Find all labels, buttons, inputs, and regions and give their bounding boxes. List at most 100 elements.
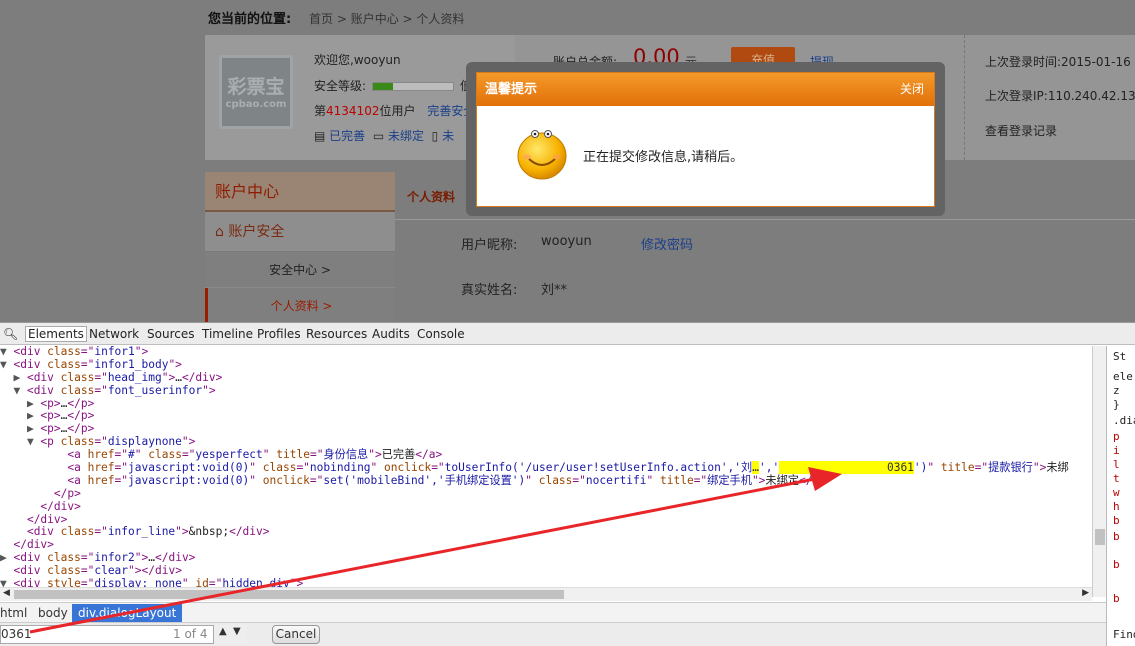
collapse-arrow-icon (0, 474, 67, 487)
expand-arrow-icon[interactable]: ▶ (0, 409, 40, 423)
status-unbound-link[interactable]: 未绑定 (388, 129, 424, 143)
status-uncert-link[interactable]: 未 (442, 129, 454, 143)
scroll-right-icon[interactable]: ▶ (1082, 588, 1089, 598)
sidebar-item-profile[interactable]: 个人资料 > (205, 288, 395, 322)
style-fragment: z (1113, 384, 1120, 397)
dom-token: class (47, 551, 81, 565)
dom-token: infor_line (107, 525, 176, 539)
sidebar-section-account-security[interactable]: ⌂ 账户安全 (205, 212, 395, 252)
collapse-arrow-icon[interactable]: ▼ (0, 435, 40, 448)
style-fragment: l (1113, 458, 1120, 471)
dom-token: =" (114, 448, 129, 462)
logo-subtext: cpbao.com (225, 99, 287, 110)
dom-node-line[interactable]: ▶ <p>…</p> (0, 410, 1092, 423)
style-fragment: t (1113, 472, 1120, 485)
dom-token: class (60, 435, 95, 449)
dom-token: yesperfect (195, 448, 263, 462)
expand-arrow-icon[interactable]: ▶ (0, 371, 27, 384)
tab-network[interactable]: Network (89, 327, 139, 341)
dom-token: =" (296, 461, 310, 475)
prev-match-icon[interactable]: ▲ (219, 626, 227, 637)
expand-arrow-icon[interactable]: ▶ (0, 422, 40, 435)
dom-token: … (175, 370, 182, 384)
change-password-link[interactable]: 修改密码 (641, 234, 693, 253)
horizontal-scroll-thumb[interactable] (14, 590, 564, 599)
tab-audits[interactable]: Audits (372, 327, 410, 341)
expand-arrow-icon[interactable]: ▶ (0, 397, 40, 410)
scroll-left-icon[interactable]: ◀ (3, 588, 10, 598)
tab-timeline[interactable]: Timeline (202, 327, 253, 341)
dom-token: =" (94, 383, 108, 397)
dom-token: "> (175, 525, 189, 539)
dom-node-line[interactable]: ▼ <div style="display: none" id="hidden_… (0, 577, 1092, 587)
dom-token: class (262, 461, 297, 475)
tab-elements[interactable]: Elements (25, 326, 87, 342)
crumb-body[interactable]: body (38, 606, 68, 620)
dom-token: infor1 (94, 346, 135, 358)
dialog-close-button[interactable]: 关闭 (900, 73, 924, 106)
dom-token: <div (13, 357, 48, 371)
dom-token: class (60, 525, 95, 539)
tab-profile[interactable]: 个人资料 (407, 188, 455, 205)
crumb-html[interactable]: html (0, 606, 27, 620)
dom-token: =" (114, 473, 129, 487)
devtools-panel: 🔍︎ Elements Network Sources Timeline Pro… (0, 322, 1135, 646)
view-login-records-link[interactable]: 查看登录记录 (985, 122, 1057, 139)
style-fragment: .dia (1113, 414, 1135, 427)
collapse-arrow-icon[interactable]: ▼ (0, 358, 13, 371)
dom-node-line[interactable]: ▼ <div class="font_userinfor"> (0, 383, 1092, 398)
dom-token: " (525, 473, 539, 487)
sidebar-item-security-center[interactable]: 安全中心 > (205, 252, 395, 288)
dom-token: "> (202, 383, 216, 397)
dom-token: nobinding (309, 461, 371, 475)
dom-token: 绑定手机 (707, 473, 752, 487)
nickname-row: 用户昵称: wooyun 修改密码 (461, 234, 693, 253)
tab-sources[interactable]: Sources (147, 327, 194, 341)
dom-token: </div> (141, 564, 182, 578)
dom-token: </p> (67, 422, 95, 436)
dom-node-line[interactable]: <div class="infor_line">&nbsp;</div> (0, 526, 1092, 539)
collapse-arrow-icon[interactable]: ▼ (0, 577, 13, 587)
style-fragment: } (1113, 398, 1120, 411)
dom-node-line[interactable]: <a href="javascript:void(0)" onclick="se… (0, 473, 1092, 488)
vertical-scrollbar[interactable] (1092, 346, 1106, 597)
dom-token: <div (13, 564, 48, 578)
dom-token: 未绑 (1046, 461, 1069, 475)
collapse-arrow-icon[interactable]: ▼ (0, 346, 13, 358)
expand-arrow-icon[interactable]: ▶ (0, 551, 13, 564)
search-input[interactable]: 0361 (0, 625, 246, 644)
breadcrumb: 您当前的位置: 首页 > 账户中心 > 个人资料 (208, 8, 464, 27)
dom-token: set('mobileBind','手机绑定设置') (323, 473, 526, 487)
dom-token: </div> (26, 512, 68, 526)
vertical-scroll-thumb[interactable] (1095, 529, 1105, 545)
styles-sidebar[interactable]: Stelez}.diapiltwhbbbbFind (1106, 346, 1135, 646)
dom-token: <a (67, 473, 88, 487)
tab-console[interactable]: Console (417, 327, 465, 341)
dom-node-line[interactable]: </p> (0, 487, 1092, 501)
dom-token: =" (309, 448, 324, 462)
dom-token: "> (161, 370, 176, 384)
dom-tree[interactable]: ▼ <div class="infor1"> ▼ <div class="info… (0, 346, 1092, 587)
dom-node-line[interactable]: </div> (0, 500, 1092, 514)
dom-node-line[interactable]: ▶ <p>…</p> (0, 397, 1092, 411)
bank-card-icon: ▭ (372, 129, 385, 143)
collapse-arrow-icon[interactable]: ▼ (0, 384, 27, 397)
search-stepper[interactable]: ▲ ▼ (213, 625, 247, 644)
crumb-dialog-layout[interactable]: div.dialogLayout (72, 604, 183, 622)
tab-profiles[interactable]: Profiles (257, 327, 301, 341)
next-match-icon[interactable]: ▼ (233, 626, 241, 637)
dom-token: " (646, 473, 660, 487)
horizontal-scrollbar[interactable]: ◀ ▶ (0, 587, 1092, 601)
dom-token: =" (80, 357, 95, 371)
breadcrumb-path[interactable]: 首页 > 账户中心 > 个人资料 (309, 12, 464, 26)
style-fragment: b (1113, 514, 1120, 527)
dom-token: <div (26, 370, 61, 384)
tab-resources[interactable]: Resources (306, 327, 367, 341)
dom-token: " (181, 577, 196, 587)
inspect-search-icon[interactable]: 🔍︎ (3, 327, 18, 341)
cancel-button[interactable]: Cancel (272, 625, 320, 644)
nickname-label: 用户昵称: (461, 238, 518, 253)
divider (964, 35, 965, 160)
style-fragment: p (1113, 430, 1120, 443)
status-completed-link[interactable]: 已完善 (329, 129, 365, 143)
